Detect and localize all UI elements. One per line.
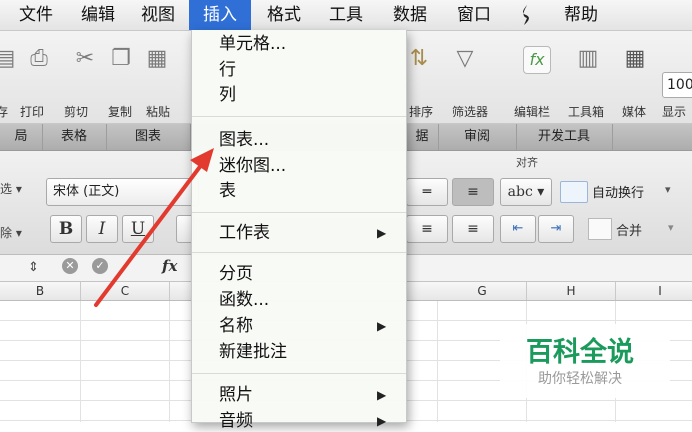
annotation-arrow	[94, 148, 214, 307]
